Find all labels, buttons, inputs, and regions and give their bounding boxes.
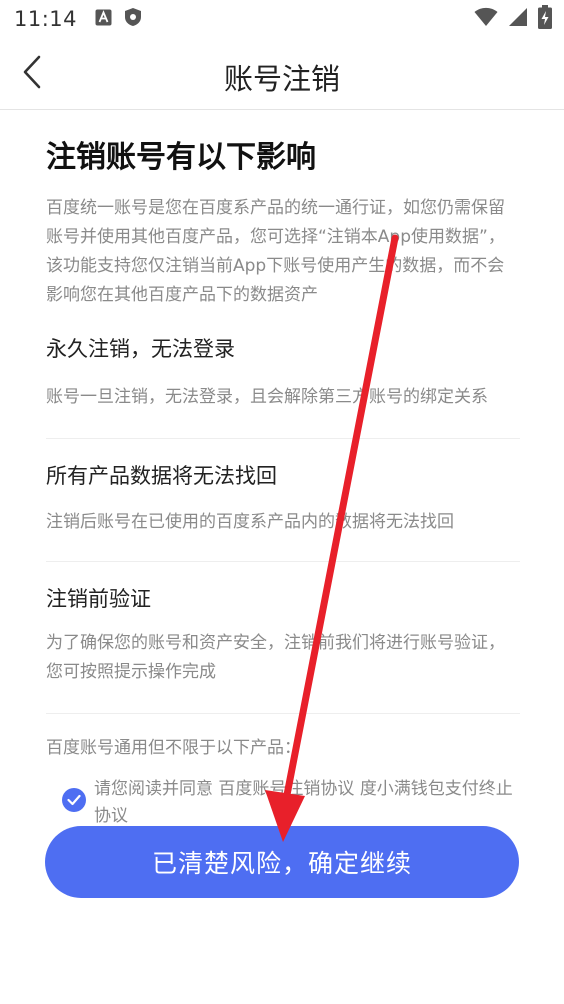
- status-left-icons: [95, 7, 142, 31]
- intro-text: 百度统一账号是您在百度系产品的统一通行证，如您仍需保留账号并使用其他百度产品，您…: [46, 198, 505, 305]
- a-notification-icon: [95, 9, 112, 30]
- status-right-icons: [474, 0, 552, 38]
- section-permanent-cancel: 永久注销，无法登录 账号一旦注销，无法登录，且会解除第三方账号的绑定关系: [46, 328, 520, 439]
- products-line: 百度账号通用但不限于以下产品：: [46, 738, 301, 758]
- status-time: 11:14: [14, 7, 78, 31]
- shield-icon: [124, 7, 142, 31]
- agreement-checkbox[interactable]: [62, 788, 86, 812]
- section-title: 注销前验证: [46, 587, 151, 611]
- wifi-icon: [474, 7, 498, 31]
- page-title: 账号注销: [223, 62, 340, 96]
- content-area: 注销账号有以下影响 百度统一账号是您在百度系产品的统一通行证，如您仍需保留账号并…: [46, 110, 520, 830]
- main-heading: 注销账号有以下影响: [46, 140, 316, 175]
- confirm-continue-button[interactable]: 已清楚风险，确定继续: [45, 826, 519, 898]
- section-data-unrecoverable: 所有产品数据将无法找回 注销后账号在已使用的百度系产品内的数据将无法找回: [46, 439, 520, 562]
- section-title: 永久注销，无法登录: [46, 337, 235, 361]
- status-bar: 11:14: [0, 0, 564, 38]
- section-desc: 账号一旦注销，无法登录，且会解除第三方账号的绑定关系: [46, 387, 488, 407]
- section-title: 所有产品数据将无法找回: [46, 464, 277, 488]
- battery-charging-icon: [538, 5, 552, 33]
- signal-icon: [508, 7, 528, 31]
- agreement-prefix: 请您阅读并同意: [94, 779, 219, 799]
- check-icon: [67, 794, 81, 806]
- section-desc: 为了确保您的账号和资产安全，注销前我们将进行账号验证，您可按照提示操作完成: [46, 633, 505, 682]
- cancel-agreement-link[interactable]: 百度账号注销协议: [218, 779, 354, 799]
- section-desc: 注销后账号在已使用的百度系产品内的数据将无法找回: [46, 512, 454, 532]
- app-header: 账号注销: [0, 38, 564, 110]
- section-pre-verification: 注销前验证 为了确保您的账号和资产安全，注销前我们将进行账号验证，您可按照提示操…: [46, 562, 520, 714]
- agreement-row: 请您阅读并同意 百度账号注销协议 度小满钱包支付终止协议: [46, 776, 520, 830]
